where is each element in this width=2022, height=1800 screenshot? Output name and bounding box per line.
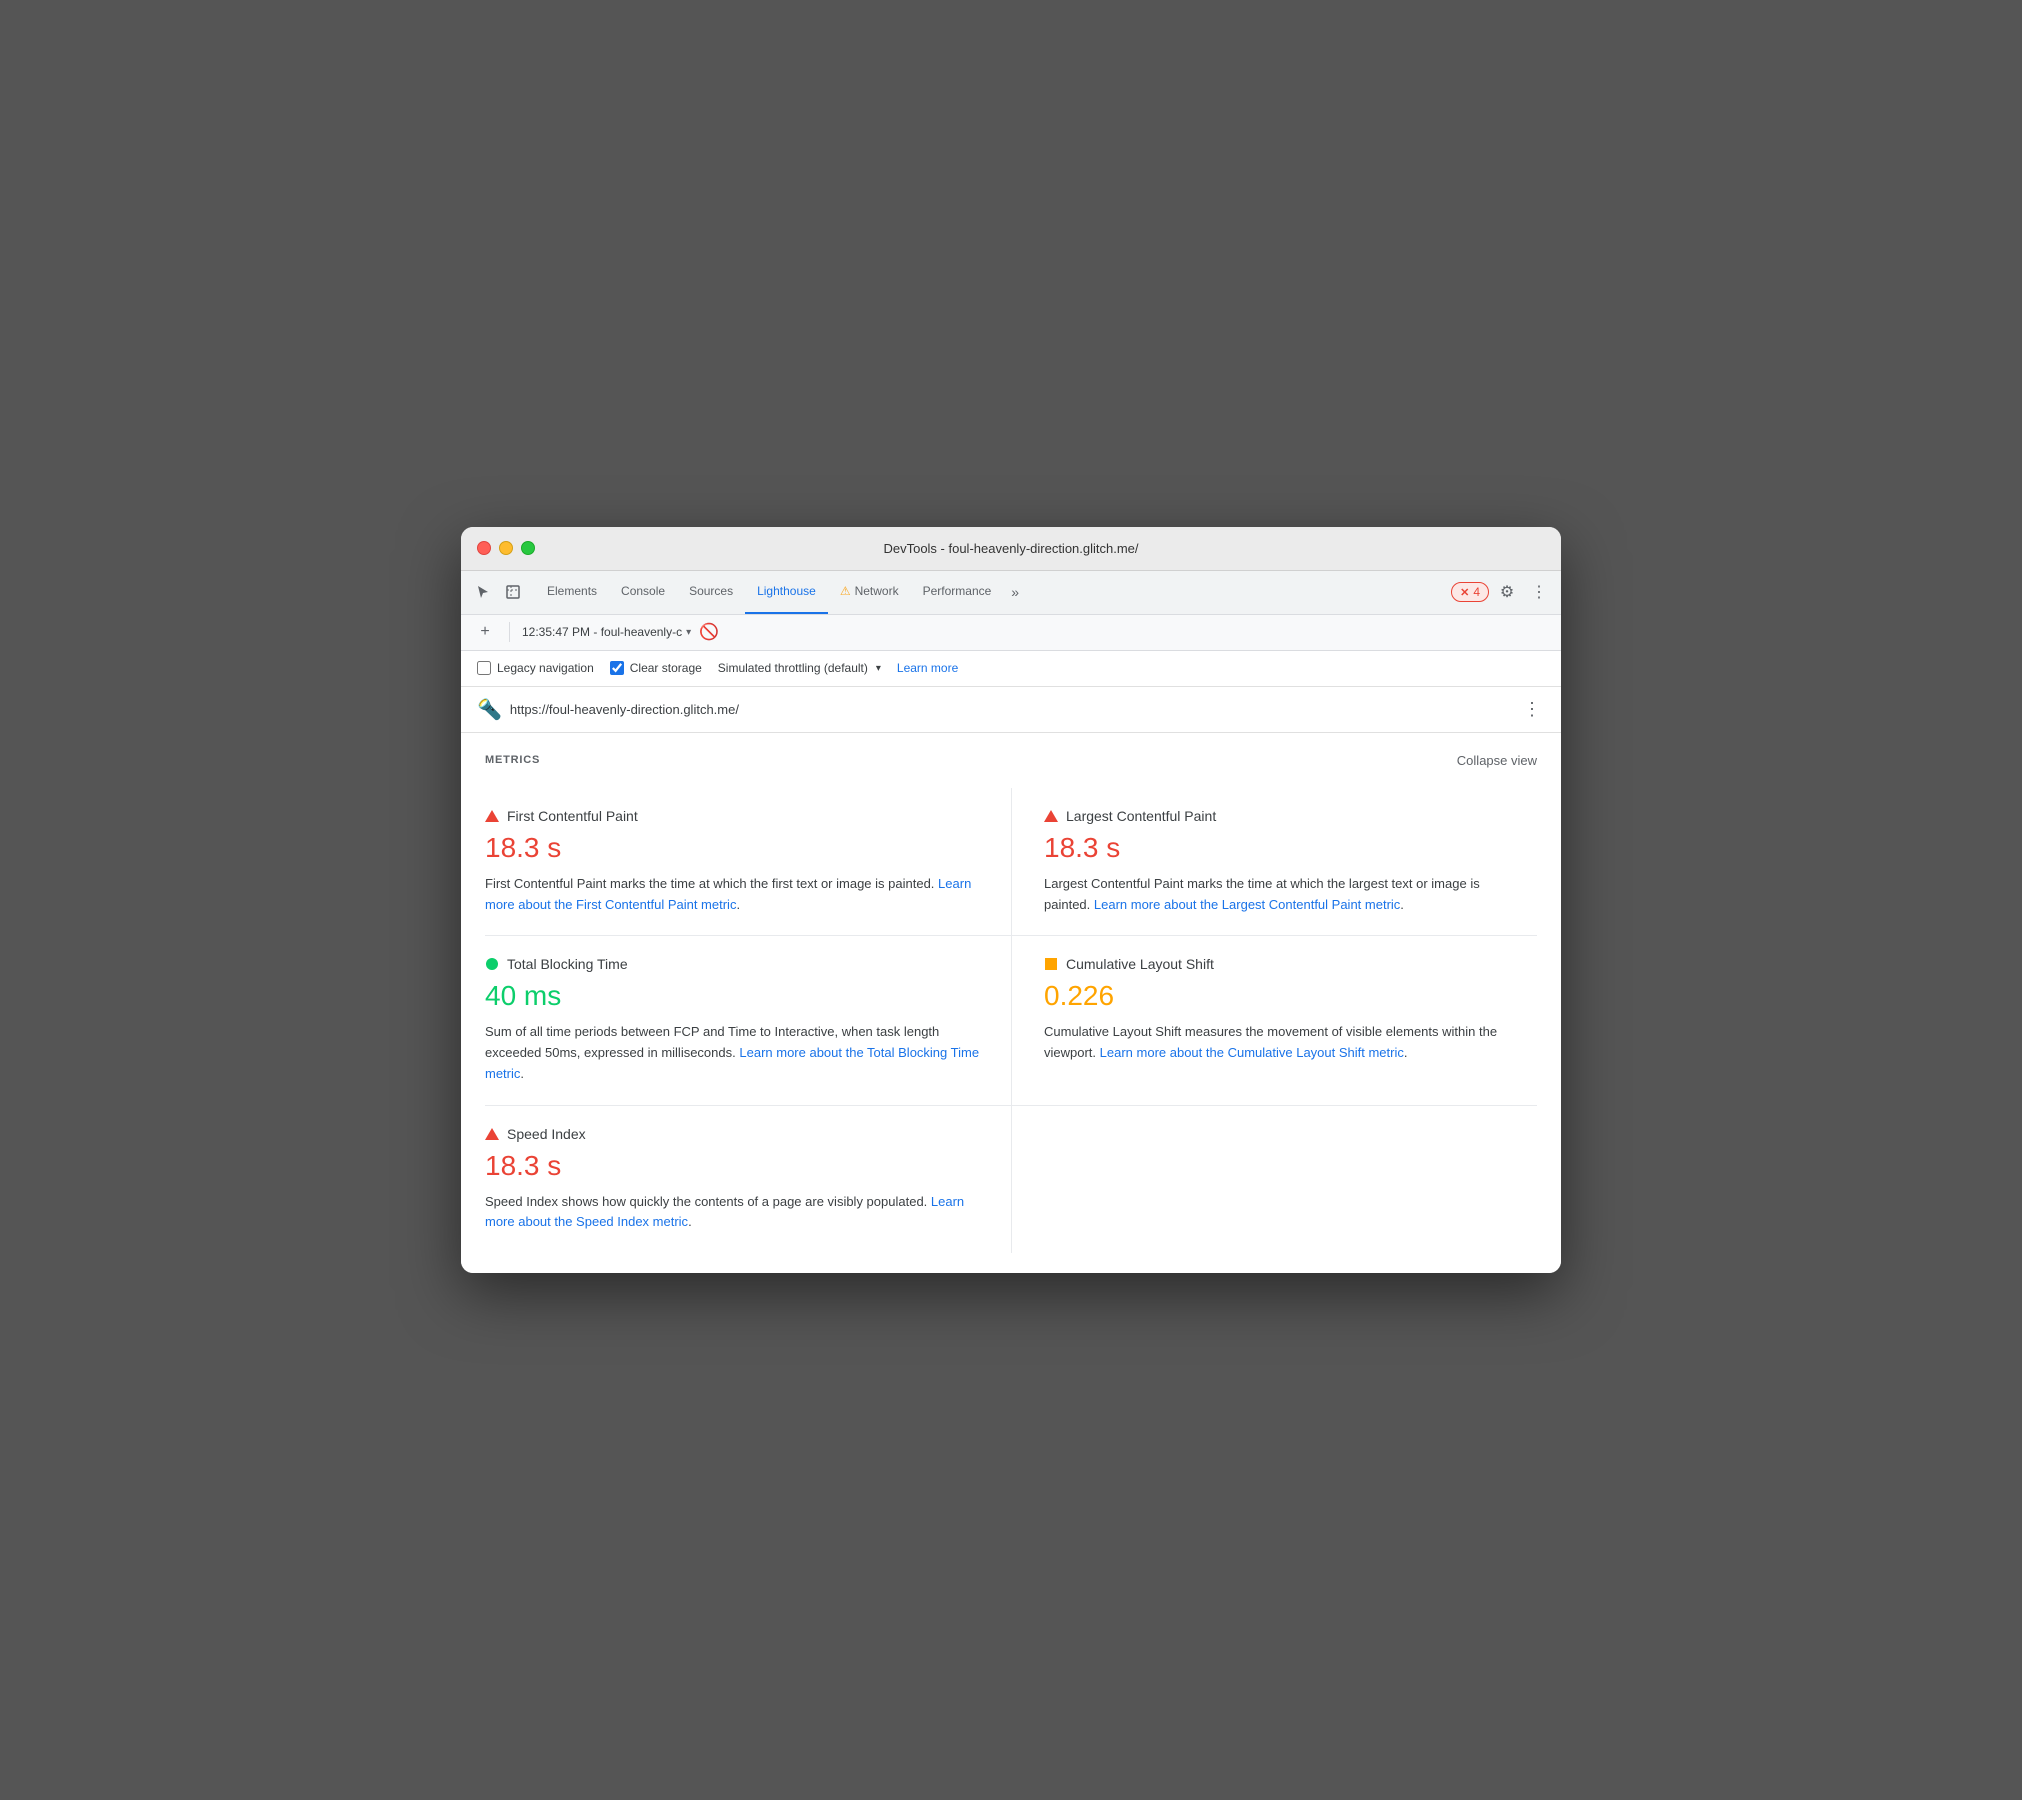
metrics-grid: First Contentful Paint 18.3 s First Cont… [485,788,1537,1254]
more-options-icon[interactable]: ⋮ [1525,578,1553,606]
tab-sources[interactable]: Sources [677,571,745,614]
si-name: Speed Index [507,1126,586,1142]
close-button[interactable] [477,541,491,555]
content-area: METRICS Collapse view First Contentful P… [461,733,1561,1274]
fcp-name: First Contentful Paint [507,808,638,824]
metric-header-lcp: Largest Contentful Paint [1044,808,1517,824]
inspect-icon[interactable] [499,578,527,606]
tab-lighthouse[interactable]: Lighthouse [745,571,828,614]
tab-console[interactable]: Console [609,571,677,614]
fcp-value: 18.3 s [485,832,991,864]
si-description: Speed Index shows how quickly the conten… [485,1192,991,1234]
error-badge[interactable]: ✕ 4 [1451,582,1489,602]
error-x-icon: ✕ [1460,586,1469,599]
tbt-indicator [485,957,499,971]
metric-speed-index: Speed Index 18.3 s Speed Index shows how… [485,1106,1011,1254]
cls-description: Cumulative Layout Shift measures the mov… [1044,1022,1517,1064]
url-bar-row: 🔦 https://foul-heavenly-direction.glitch… [461,687,1561,733]
toolbar-row: + 12:35:47 PM - foul-heavenly-c ▾ 🚫 [461,615,1561,651]
traffic-lights [477,541,535,555]
throttling-chevron-icon: ▾ [876,663,881,674]
window-title: DevTools - foul-heavenly-direction.glitc… [883,541,1138,556]
lcp-name: Largest Contentful Paint [1066,808,1216,824]
fcp-description: First Contentful Paint marks the time at… [485,874,991,916]
fcp-indicator [485,809,499,823]
throttling-label: Simulated throttling (default) [718,661,868,675]
tool-icons [469,578,527,606]
triangle-red-icon-si [485,1128,499,1140]
tbt-value: 40 ms [485,980,991,1012]
si-indicator [485,1127,499,1141]
learn-more-link[interactable]: Learn more [897,661,958,675]
cls-value: 0.226 [1044,980,1517,1012]
maximize-button[interactable] [521,541,535,555]
blocked-icon[interactable]: 🚫 [699,622,719,642]
devtools-right-controls: ✕ 4 ⚙ ⋮ [1451,578,1553,606]
tbt-description: Sum of all time periods between FCP and … [485,1022,991,1084]
collapse-view-button[interactable]: Collapse view [1457,753,1537,768]
cls-indicator [1044,957,1058,971]
url-display: https://foul-heavenly-direction.glitch.m… [510,702,1511,717]
clear-storage-label: Clear storage [630,661,702,675]
lcp-value: 18.3 s [1044,832,1517,864]
lcp-description: Largest Contentful Paint marks the time … [1044,874,1517,916]
tab-performance[interactable]: Performance [911,571,1004,614]
lighthouse-icon: 🔦 [477,697,502,722]
metric-cumulative-layout-shift: Cumulative Layout Shift 0.226 Cumulative… [1011,936,1537,1105]
cls-name: Cumulative Layout Shift [1066,956,1214,972]
legacy-nav-input[interactable] [477,661,491,675]
settings-icon[interactable]: ⚙ [1493,578,1521,606]
error-count: 4 [1473,585,1480,599]
divider [509,622,510,642]
metrics-header: METRICS Collapse view [485,753,1537,768]
metric-largest-contentful-paint: Largest Contentful Paint 18.3 s Largest … [1011,788,1537,937]
tab-network[interactable]: ⚠ Network [828,571,911,614]
options-row: Legacy navigation Clear storage Simulate… [461,651,1561,687]
url-chip[interactable]: 12:35:47 PM - foul-heavenly-c ▾ [522,625,691,639]
metrics-title: METRICS [485,754,540,766]
clear-storage-checkbox[interactable]: Clear storage [610,661,702,675]
triangle-red-icon-lcp [1044,810,1058,822]
metric-header-si: Speed Index [485,1126,991,1142]
legacy-nav-checkbox[interactable]: Legacy navigation [477,661,594,675]
tab-elements[interactable]: Elements [535,571,609,614]
legacy-nav-label: Legacy navigation [497,661,594,675]
metric-empty-cell [1011,1106,1537,1254]
throttling-select[interactable]: Simulated throttling (default) ▾ [718,661,881,675]
circle-green-icon [486,958,498,970]
tbt-name: Total Blocking Time [507,956,628,972]
square-orange-icon [1045,958,1057,970]
clear-storage-input[interactable] [610,661,624,675]
devtools-window: DevTools - foul-heavenly-direction.glitc… [461,527,1561,1274]
url-chip-text: 12:35:47 PM - foul-heavenly-c [522,625,682,639]
devtools-tabs: Elements Console Sources Lighthouse ⚠ Ne… [461,571,1561,615]
more-tabs-button[interactable]: » [1003,584,1027,600]
metric-total-blocking-time: Total Blocking Time 40 ms Sum of all tim… [485,936,1011,1105]
lcp-learn-more-link[interactable]: Learn more about the Largest Contentful … [1094,897,1400,912]
triangle-red-icon [485,810,499,822]
metric-header-tbt: Total Blocking Time [485,956,991,972]
titlebar: DevTools - foul-heavenly-direction.glitc… [461,527,1561,571]
minimize-button[interactable] [499,541,513,555]
network-warning-icon: ⚠ [840,584,851,598]
si-value: 18.3 s [485,1150,991,1182]
metric-first-contentful-paint: First Contentful Paint 18.3 s First Cont… [485,788,1011,937]
tab-list: Elements Console Sources Lighthouse ⚠ Ne… [535,571,1451,614]
chevron-down-icon: ▾ [686,627,691,638]
lcp-indicator [1044,809,1058,823]
metric-header-fcp: First Contentful Paint [485,808,991,824]
url-bar-more-icon[interactable]: ⋮ [1519,695,1545,724]
add-button[interactable]: + [473,620,497,644]
cls-learn-more-link[interactable]: Learn more about the Cumulative Layout S… [1100,1045,1404,1060]
cursor-icon[interactable] [469,578,497,606]
metric-header-cls: Cumulative Layout Shift [1044,956,1517,972]
